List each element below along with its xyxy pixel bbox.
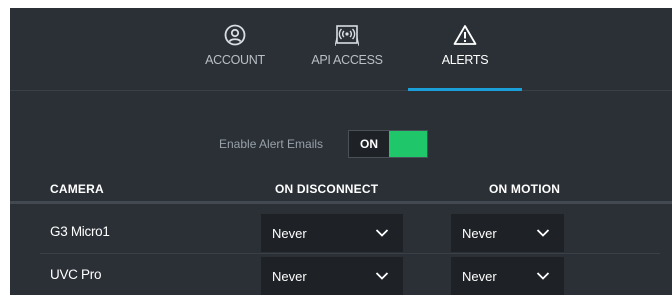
active-tab-indicator: [408, 88, 522, 91]
chevron-down-icon: [375, 229, 389, 237]
on-disconnect-select[interactable]: Never: [261, 214, 403, 252]
tab-api-access[interactable]: API ACCESS: [297, 8, 397, 91]
on-disconnect-value: Never: [272, 268, 307, 284]
camera-name: UVC Pro: [50, 267, 102, 282]
tab-alerts[interactable]: ALERTS: [408, 8, 522, 91]
enable-alert-emails-toggle[interactable]: ON: [348, 130, 428, 158]
chevron-down-icon: [536, 272, 550, 280]
toggle-knob: [389, 131, 427, 157]
tab-account[interactable]: ACCOUNT: [195, 8, 275, 91]
on-motion-value: Never: [462, 225, 497, 241]
tab-alerts-label: ALERTS: [441, 53, 489, 67]
warning-triangle-icon: [453, 22, 477, 48]
on-motion-select[interactable]: Never: [451, 214, 564, 252]
settings-panel: ACCOUNT API ACCESS ALERTS Enable Alert E…: [10, 8, 672, 295]
on-disconnect-value: Never: [272, 225, 307, 241]
chevron-down-icon: [536, 229, 550, 237]
enable-alert-emails-label: Enable Alert Emails: [219, 137, 324, 151]
camera-name: G3 Micro1: [50, 224, 110, 239]
enable-alert-emails-row: Enable Alert Emails ON: [10, 129, 672, 159]
table-row: G3 Micro1 Never Never: [40, 211, 660, 254]
user-circle-icon: [224, 22, 246, 48]
on-disconnect-select[interactable]: Never: [261, 257, 403, 295]
table-row: UVC Pro Never Never: [40, 254, 660, 295]
column-header-on-motion: ON MOTION: [489, 182, 561, 196]
on-motion-select[interactable]: Never: [451, 257, 564, 295]
on-motion-value: Never: [462, 268, 497, 284]
alerts-table-header: CAMERA ON DISCONNECT ON MOTION: [10, 176, 672, 204]
column-header-on-disconnect: ON DISCONNECT: [275, 182, 379, 196]
api-signal-icon: [335, 22, 359, 48]
column-header-camera: CAMERA: [50, 182, 104, 196]
tab-account-label: ACCOUNT: [205, 53, 265, 67]
chevron-down-icon: [375, 272, 389, 280]
toggle-state-label: ON: [360, 137, 378, 151]
settings-tabs: ACCOUNT API ACCESS ALERTS: [10, 8, 672, 91]
tab-api-access-label: API ACCESS: [311, 53, 383, 67]
